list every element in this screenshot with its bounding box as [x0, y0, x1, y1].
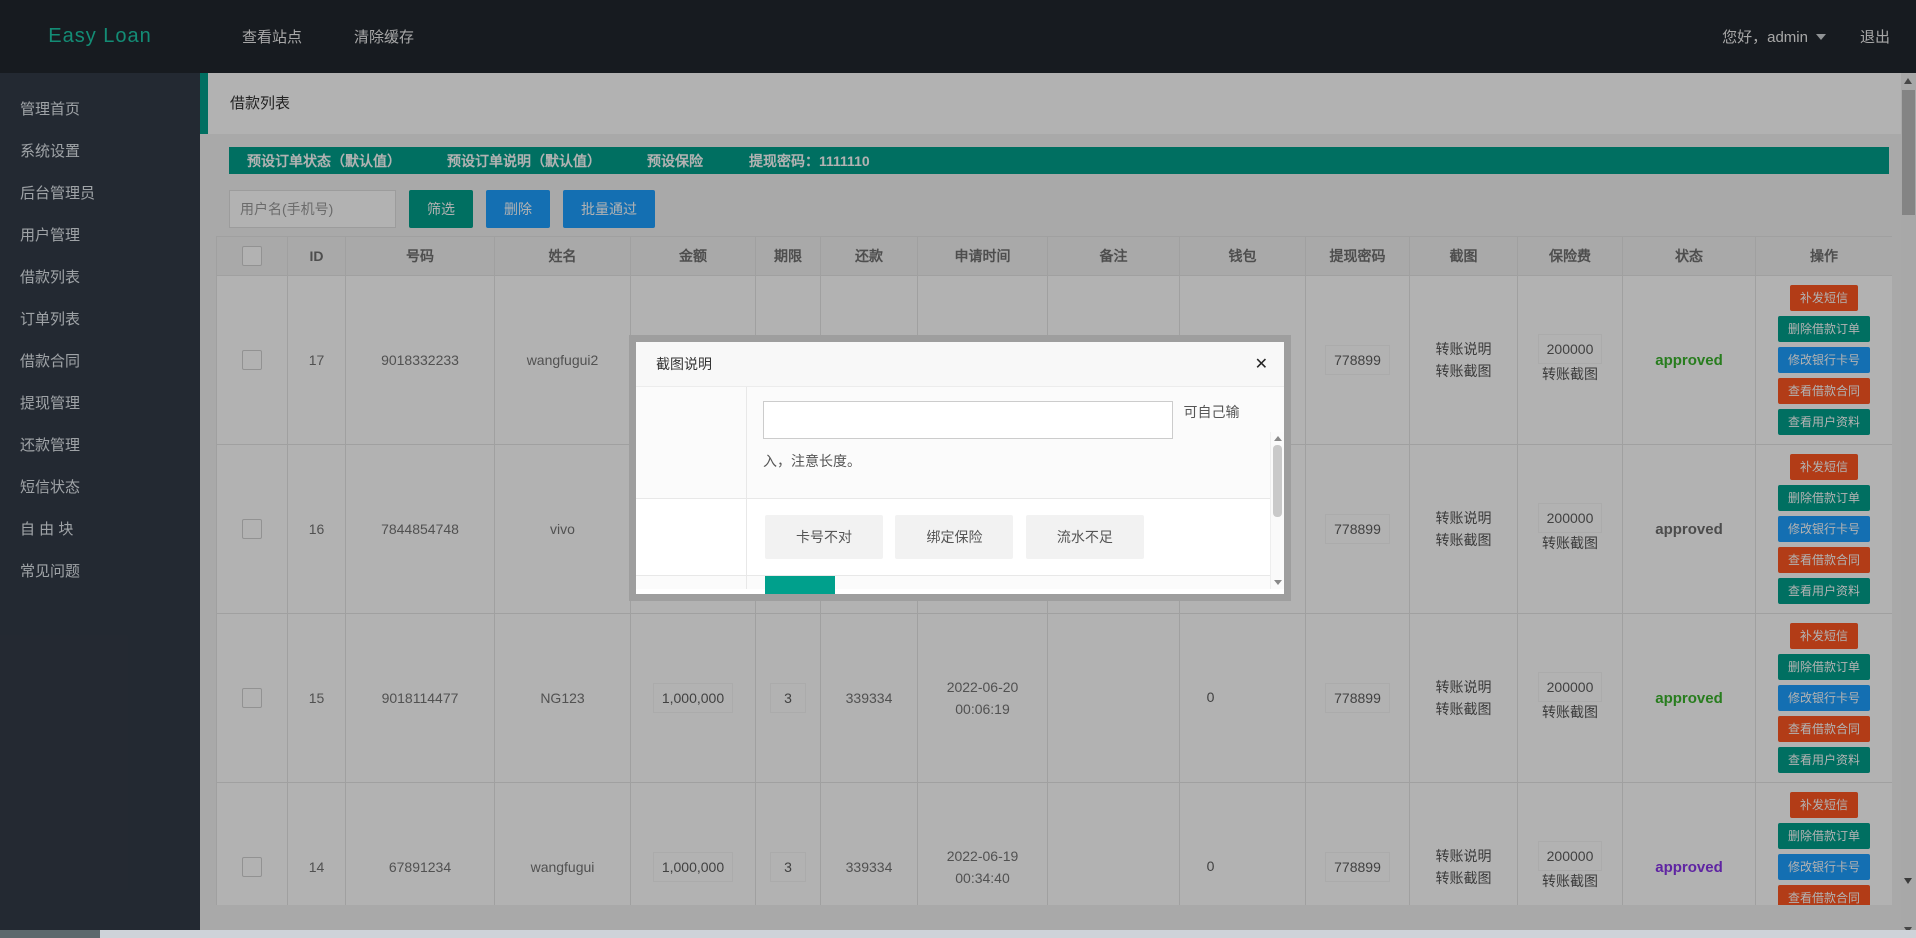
scroll-down-icon[interactable] [1274, 580, 1282, 585]
modal-title-bar: 截图说明 ✕ [636, 342, 1284, 387]
hint-inline: 可自己输 [1183, 404, 1239, 420]
close-icon[interactable]: ✕ [1255, 342, 1268, 387]
quick-bind-insurance-button[interactable]: 绑定保险 [895, 515, 1013, 559]
submit-button-clipped[interactable] [765, 576, 835, 601]
modal-row1-label [636, 387, 747, 498]
hint-below: 入，注意长度。 [763, 451, 1284, 471]
quick-insufficient-flow-button[interactable]: 流水不足 [1026, 515, 1144, 559]
modal-scrollbar-thumb[interactable] [1273, 445, 1282, 517]
quick-wrong-card-button[interactable]: 卡号不对 [765, 515, 883, 559]
horizontal-scrollbar[interactable] [0, 930, 1916, 938]
modal-scrollbar[interactable] [1270, 432, 1284, 589]
screenshot-note-modal: 截图说明 ✕ 可自己输 入，注意长度。 卡号不对 绑定保险 流水不足 [629, 335, 1291, 601]
modal-body: 可自己输 入，注意长度。 卡号不对 绑定保险 流水不足 [636, 387, 1284, 589]
modal-row2-label [636, 499, 747, 575]
horizontal-scrollbar-thumb[interactable] [0, 930, 100, 938]
modal-row3-label [636, 576, 747, 589]
modal-title: 截图说明 [656, 356, 712, 372]
scroll-up-icon[interactable] [1274, 436, 1282, 441]
note-input[interactable] [763, 401, 1173, 439]
